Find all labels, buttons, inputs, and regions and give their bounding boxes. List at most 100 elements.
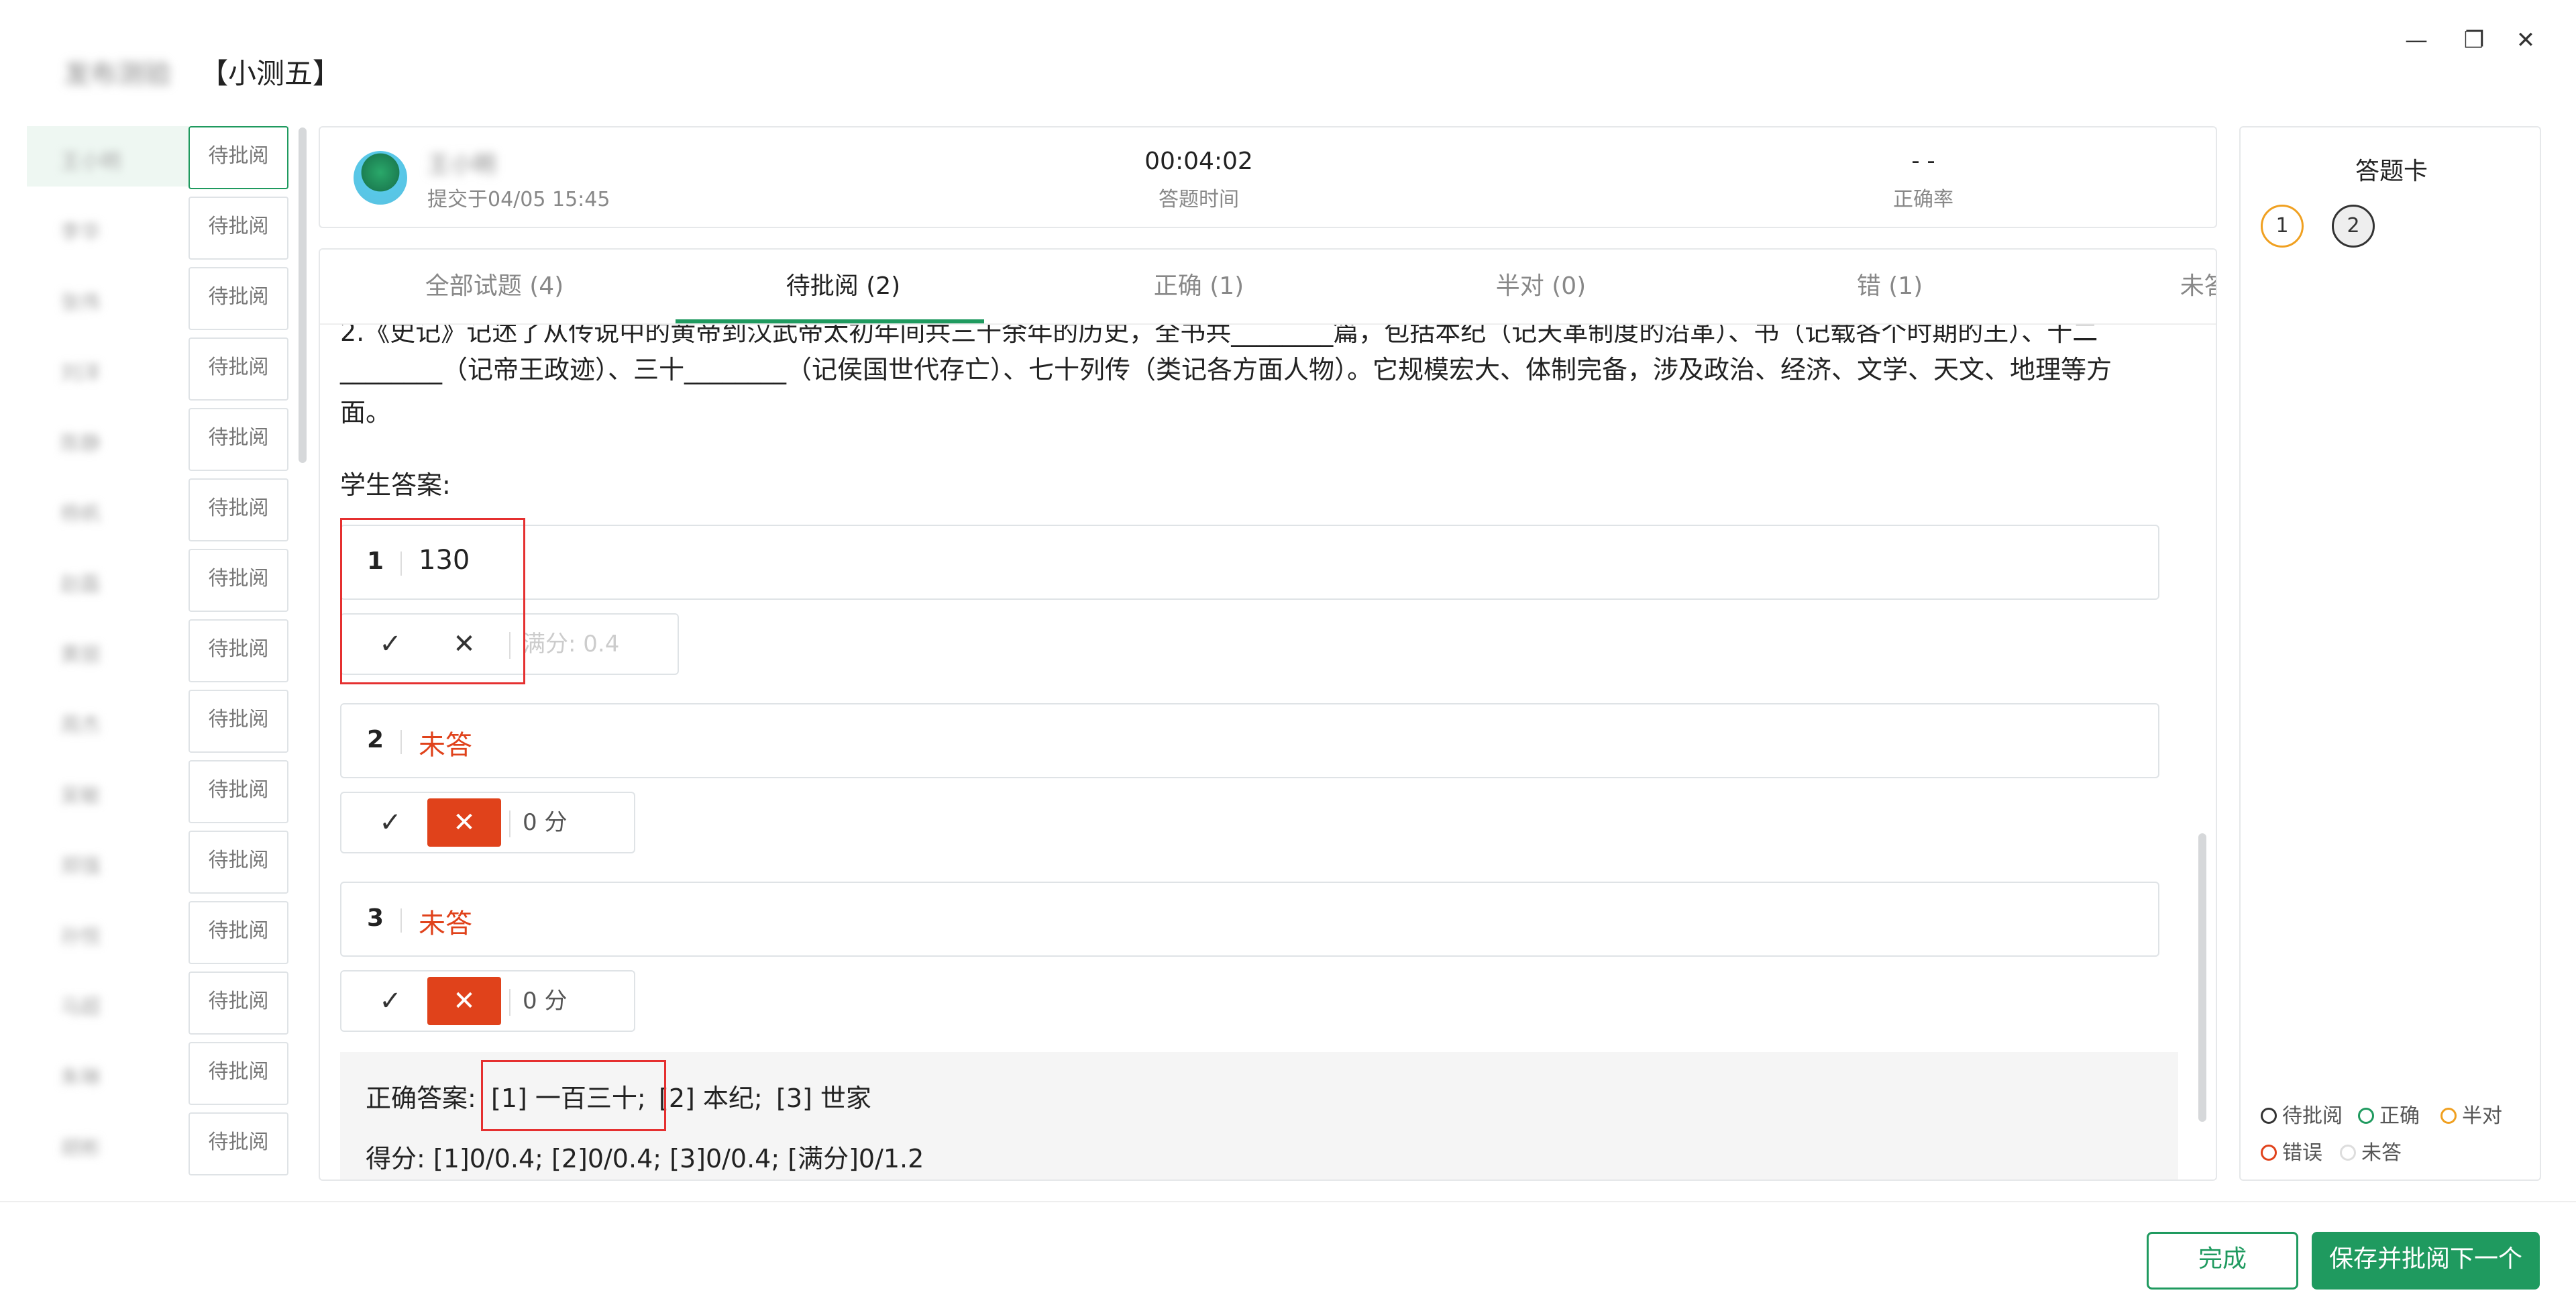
avatar: [354, 151, 407, 205]
student-list-item[interactable]: 郑强 待批阅: [27, 831, 288, 894]
student-list-item[interactable]: 周杰 待批阅: [27, 690, 288, 753]
question-scrollbar[interactable]: [2198, 833, 2206, 1122]
answer-box-1: 1 130: [340, 525, 2159, 600]
student-status-badge[interactable]: 待批阅: [189, 267, 288, 330]
restore-button[interactable]: ❐: [2454, 20, 2494, 60]
tab-wrong[interactable]: 错 (1): [1715, 250, 2064, 323]
correct-answer-part2: [2] 本纪;: [659, 1084, 763, 1113]
student-list-item[interactable]: 杨帆 待批阅: [27, 478, 288, 541]
mark-wrong-button[interactable]: ✕: [427, 798, 501, 847]
student-name: 王小明: [427, 152, 496, 178]
mark-wrong-button[interactable]: ✕: [427, 977, 501, 1025]
student-name: 张伟: [60, 291, 101, 315]
legend-wrong: 错误: [2261, 1136, 2322, 1165]
student-list-item[interactable]: 刘洋 待批阅: [27, 337, 288, 401]
student-name: 赵磊: [60, 573, 101, 596]
done-button[interactable]: 完成: [2147, 1232, 2298, 1290]
student-status-badge[interactable]: 待批阅: [189, 1042, 288, 1105]
student-status-badge[interactable]: 待批阅: [189, 971, 288, 1035]
student-status-badge[interactable]: 待批阅: [189, 901, 288, 964]
student-list-scrollbar[interactable]: [299, 127, 307, 463]
student-list-item[interactable]: 马超 待批阅: [27, 971, 288, 1035]
student-name: 孙悦: [60, 925, 101, 949]
grading-bar-2: ✓ ✕ 0 分: [340, 792, 635, 853]
card-item-1[interactable]: 1: [2261, 205, 2304, 248]
student-list-item[interactable]: 赵磊 待批阅: [27, 549, 288, 612]
student-list-item[interactable]: 吴敏 待批阅: [27, 760, 288, 823]
legend-unanswered-label: 未答: [2361, 1141, 2402, 1165]
tab-all[interactable]: 全部试题 (4): [320, 250, 669, 323]
answer-number: 3: [367, 904, 384, 932]
quiz-title: 【小测五】: [200, 57, 341, 90]
student-status-badge[interactable]: 待批阅: [189, 337, 288, 401]
student-name: 李华: [60, 221, 101, 244]
legend-half: 半对: [2440, 1099, 2502, 1128]
answer-time-value: 00:04:02: [1144, 148, 1253, 175]
close-button[interactable]: ✕: [2506, 20, 2546, 60]
score-text[interactable]: 0 分: [523, 977, 567, 1025]
mark-correct-button[interactable]: ✓: [354, 977, 427, 1025]
student-list-item[interactable]: 王小明 待批阅: [27, 126, 288, 189]
student-name: 王小明: [60, 150, 121, 174]
student-name: 杨帆: [60, 503, 101, 526]
tab-correct[interactable]: 正确 (1): [1024, 250, 1373, 323]
footer-divider: [0, 1201, 2576, 1202]
grading-bar-3: ✓ ✕ 0 分: [340, 970, 635, 1032]
student-list-item[interactable]: 朱琳 待批阅: [27, 1042, 288, 1105]
answer-card-panel: 答题卡 1 2 待批阅 正确 半对 错误 未答: [2239, 126, 2541, 1181]
student-list-item[interactable]: 胡彬 待批阅: [27, 1112, 288, 1175]
save-and-next-button[interactable]: 保存并批阅下一个: [2312, 1232, 2540, 1290]
legend-wrong-label: 错误: [2282, 1141, 2322, 1165]
tab-unanswered[interactable]: 未答 (0): [2051, 250, 2216, 323]
student-name: 郑强: [60, 855, 101, 878]
correct-answer-part3: [3] 世家: [776, 1084, 871, 1113]
student-status-badge[interactable]: 待批阅: [189, 126, 288, 189]
student-name: 朱琳: [60, 1066, 101, 1090]
student-status-badge[interactable]: 待批阅: [189, 197, 288, 260]
student-status-badge[interactable]: 待批阅: [189, 690, 288, 753]
student-name: 胡彬: [60, 1137, 101, 1160]
answer-box-3: 3 未答: [340, 882, 2159, 957]
score-input[interactable]: 满分: 0.4: [523, 620, 619, 668]
student-status-badge[interactable]: 待批阅: [189, 1112, 288, 1175]
tab-bar: 全部试题 (4) 待批阅 (2) 正确 (1) 半对 (0) 错 (1) 未答 …: [320, 250, 2216, 325]
student-status-badge[interactable]: 待批阅: [189, 619, 288, 682]
student-info-panel: 王小明 提交于04/05 15:45 00:04:02 答题时间 - - 正确率…: [319, 126, 2471, 228]
student-list-item[interactable]: 黄丽 待批阅: [27, 619, 288, 682]
separator: [400, 908, 402, 933]
student-status-badge[interactable]: 待批阅: [189, 760, 288, 823]
score-text[interactable]: 0 分: [523, 798, 567, 847]
student-list-item[interactable]: 张伟 待批阅: [27, 267, 288, 330]
student-name: 吴敏: [60, 784, 101, 808]
student-status-badge[interactable]: 待批阅: [189, 478, 288, 541]
accuracy-label: 正确率: [1893, 188, 1953, 211]
correct-answer-box: 正确答案: [1] 一百三十; [2] 本纪; [3] 世家 得分: [1]0/…: [340, 1052, 2178, 1179]
legend-correct: 正确: [2358, 1099, 2420, 1128]
student-name: 陈静: [60, 432, 101, 456]
question-text-line2: ________（记帝王政迹）、三十________（记侯国世代存亡）、七十列传…: [340, 355, 2112, 384]
submit-time: 提交于04/05 15:45: [427, 188, 610, 211]
student-name: 黄丽: [60, 643, 101, 667]
legend-unanswered: 未答: [2340, 1136, 2402, 1165]
mark-correct-button[interactable]: ✓: [354, 798, 427, 847]
separator: [400, 730, 402, 754]
student-name: 周杰: [60, 714, 101, 737]
tab-active-indicator: [676, 319, 984, 323]
student-answer-label: 学生答案:: [340, 470, 451, 500]
student-status-badge[interactable]: 待批阅: [189, 549, 288, 612]
highlight-box-correct-answer: [481, 1060, 666, 1131]
app-title: 发布测验: [64, 59, 171, 90]
student-list-item[interactable]: 陈静 待批阅: [27, 408, 288, 471]
card-item-2[interactable]: 2: [2332, 205, 2375, 248]
student-list-item[interactable]: 李华 待批阅: [27, 197, 288, 260]
student-status-badge[interactable]: 待批阅: [189, 831, 288, 894]
student-status-badge[interactable]: 待批阅: [189, 408, 288, 471]
minimize-button[interactable]: —: [2396, 20, 2436, 60]
answer-time-label: 答题时间: [1159, 188, 1239, 211]
accuracy-value: - -: [1911, 148, 1935, 174]
tab-pending[interactable]: 待批阅 (2): [669, 250, 1018, 323]
legend-half-label: 半对: [2462, 1104, 2502, 1128]
student-list-item[interactable]: 孙悦 待批阅: [27, 901, 288, 964]
answer-value: 未答: [419, 730, 472, 761]
tab-half[interactable]: 半对 (0): [1366, 250, 1715, 323]
